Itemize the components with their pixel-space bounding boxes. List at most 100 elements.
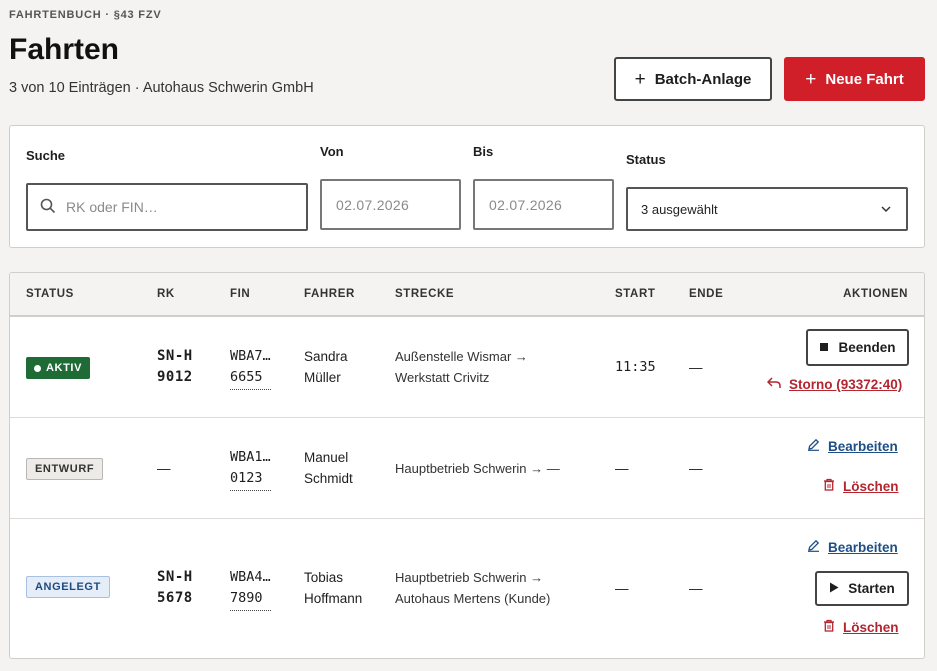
rk-cell: — xyxy=(157,461,171,476)
play-icon xyxy=(829,581,839,596)
to-date-input[interactable]: 02.07.2026 xyxy=(473,179,614,230)
driver-line: Müller xyxy=(304,370,341,385)
neue-fahrt-label: Neue Fahrt xyxy=(825,70,904,88)
loeschen-link[interactable]: Löschen xyxy=(823,478,899,494)
rk-line: SN-H xyxy=(157,569,193,585)
table-row: ANGELEGT SN-H 5678 WBA4… 7890 Tobias Hof… xyxy=(10,520,924,658)
search-input[interactable]: RK oder FIN… xyxy=(26,183,308,231)
status-select[interactable]: 3 ausgewählt xyxy=(626,187,908,231)
to-date-value: 02.07.2026 xyxy=(489,196,563,213)
chevron-down-icon xyxy=(880,203,892,218)
storno-label: Storno (93372:40) xyxy=(789,377,903,392)
status-dot-icon xyxy=(34,364,41,372)
start-cell: 11:35 xyxy=(615,359,656,375)
pencil-icon xyxy=(807,539,820,555)
from-date-input[interactable]: 02.07.2026 xyxy=(320,179,461,230)
plus-icon: + xyxy=(805,68,817,90)
col-ende: ENDE xyxy=(689,288,724,300)
bearbeiten-label: Bearbeiten xyxy=(828,438,898,454)
table-row: AKTIV SN-H 9012 WBA7… 6655 Sandra Müller… xyxy=(10,318,924,418)
rk-cell: SN-H 9012 xyxy=(157,346,193,388)
fin-line: WBA4… xyxy=(230,569,271,585)
trash-icon xyxy=(823,619,835,635)
col-strecke: STRECKE xyxy=(395,288,455,300)
fin-line: 6655 xyxy=(230,367,271,390)
fin-cell: WBA7… 6655 xyxy=(230,346,271,390)
bearbeiten-link[interactable]: Bearbeiten xyxy=(807,438,898,454)
status-badge-label: ENTWURF xyxy=(35,463,95,475)
from-label: Von xyxy=(320,144,344,159)
from-date-value: 02.07.2026 xyxy=(336,196,410,213)
end-cell: — xyxy=(689,581,703,596)
col-status: STATUS xyxy=(26,288,74,300)
driver-cell: Manuel Schmidt xyxy=(304,447,353,489)
bearbeiten-label: Bearbeiten xyxy=(828,539,898,555)
plus-icon: + xyxy=(634,68,646,90)
fin-line: 7890 xyxy=(230,588,271,611)
beenden-button[interactable]: Beenden xyxy=(806,329,909,366)
driver-line: Hoffmann xyxy=(304,591,363,606)
driver-line: Manuel xyxy=(304,450,349,465)
storno-link[interactable]: Storno (93372:40) xyxy=(766,377,903,392)
route-cell: Hauptbetrieb Schwerin → — xyxy=(395,461,560,476)
driver-cell: Sandra Müller xyxy=(304,346,348,388)
end-cell: — xyxy=(689,360,703,375)
col-rk: RK xyxy=(157,288,175,300)
status-badge-label: ANGELEGT xyxy=(35,581,101,593)
col-fin: FIN xyxy=(230,288,251,300)
fin-cell: WBA4… 7890 xyxy=(230,567,271,611)
loeschen-link[interactable]: Löschen xyxy=(823,619,899,635)
route-cell: Hauptbetrieb Schwerin → Autohaus Mertens… xyxy=(395,567,550,609)
undo-icon xyxy=(766,377,781,392)
to-label: Bis xyxy=(473,144,494,159)
rk-line: SN-H xyxy=(157,348,193,364)
col-aktionen: AKTIONEN xyxy=(843,288,908,300)
start-cell: — xyxy=(615,581,629,596)
driver-line: Schmidt xyxy=(304,471,353,486)
fin-cell: WBA1… 0123 xyxy=(230,447,271,491)
batch-anlage-label: Batch-Anlage xyxy=(654,70,752,88)
route-line: Autohaus Mertens (Kunde) xyxy=(395,591,551,606)
search-placeholder: RK oder FIN… xyxy=(66,199,158,215)
stop-icon xyxy=(819,340,829,355)
pencil-icon xyxy=(807,438,820,454)
col-start: START xyxy=(615,288,656,300)
rk-cell: SN-H 5678 xyxy=(157,567,193,609)
table-header: STATUS RK FIN FAHRER STRECKE START ENDE … xyxy=(10,273,924,317)
starten-label: Starten xyxy=(848,581,895,596)
driver-line: Tobias xyxy=(304,570,344,585)
driver-cell: Tobias Hoffmann xyxy=(304,567,362,609)
table-row: ENTWURF — WBA1… 0123 Manuel Schmidt Haup… xyxy=(10,419,924,519)
status-label: Status xyxy=(626,152,666,167)
rk-line: 9012 xyxy=(157,369,193,385)
page-title: Fahrten xyxy=(9,33,120,66)
status-badge: ANGELEGT xyxy=(26,576,110,598)
route-line: Werkstatt Crivitz xyxy=(395,370,490,385)
col-fahrer: FAHRER xyxy=(304,288,355,300)
loeschen-label: Löschen xyxy=(843,478,899,494)
loeschen-label: Löschen xyxy=(843,619,899,635)
rk-line: 5678 xyxy=(157,590,193,606)
status-badge: AKTIV xyxy=(26,357,90,379)
fin-line: 0123 xyxy=(230,468,271,491)
fin-line: WBA1… xyxy=(230,449,271,465)
trips-table: STATUS RK FIN FAHRER STRECKE START ENDE … xyxy=(9,272,925,659)
status-badge: ENTWURF xyxy=(26,458,104,480)
driver-line: Sandra xyxy=(304,349,348,364)
filter-panel: Suche RK oder FIN… Von 02.07.2026 Bis 02… xyxy=(9,125,925,248)
status-select-value: 3 ausgewählt xyxy=(641,201,718,217)
starten-button[interactable]: Starten xyxy=(815,571,909,606)
search-icon xyxy=(40,198,56,217)
subtitle: 3 von 10 Einträgen · Autohaus Schwerin G… xyxy=(9,80,314,96)
route-cell: Außenstelle Wismar → Werkstatt Crivitz xyxy=(395,346,528,388)
beenden-label: Beenden xyxy=(838,340,896,355)
neue-fahrt-button[interactable]: + Neue Fahrt xyxy=(784,57,925,101)
search-label: Suche xyxy=(26,148,66,163)
start-cell: — xyxy=(615,461,629,476)
bearbeiten-link[interactable]: Bearbeiten xyxy=(807,539,898,555)
fin-line: WBA7… xyxy=(230,348,271,364)
status-badge-label: AKTIV xyxy=(46,362,82,374)
eyebrow: FAHRTENBUCH · §43 FZV xyxy=(9,9,162,21)
end-cell: — xyxy=(689,461,703,476)
batch-anlage-button[interactable]: + Batch-Anlage xyxy=(614,57,772,101)
